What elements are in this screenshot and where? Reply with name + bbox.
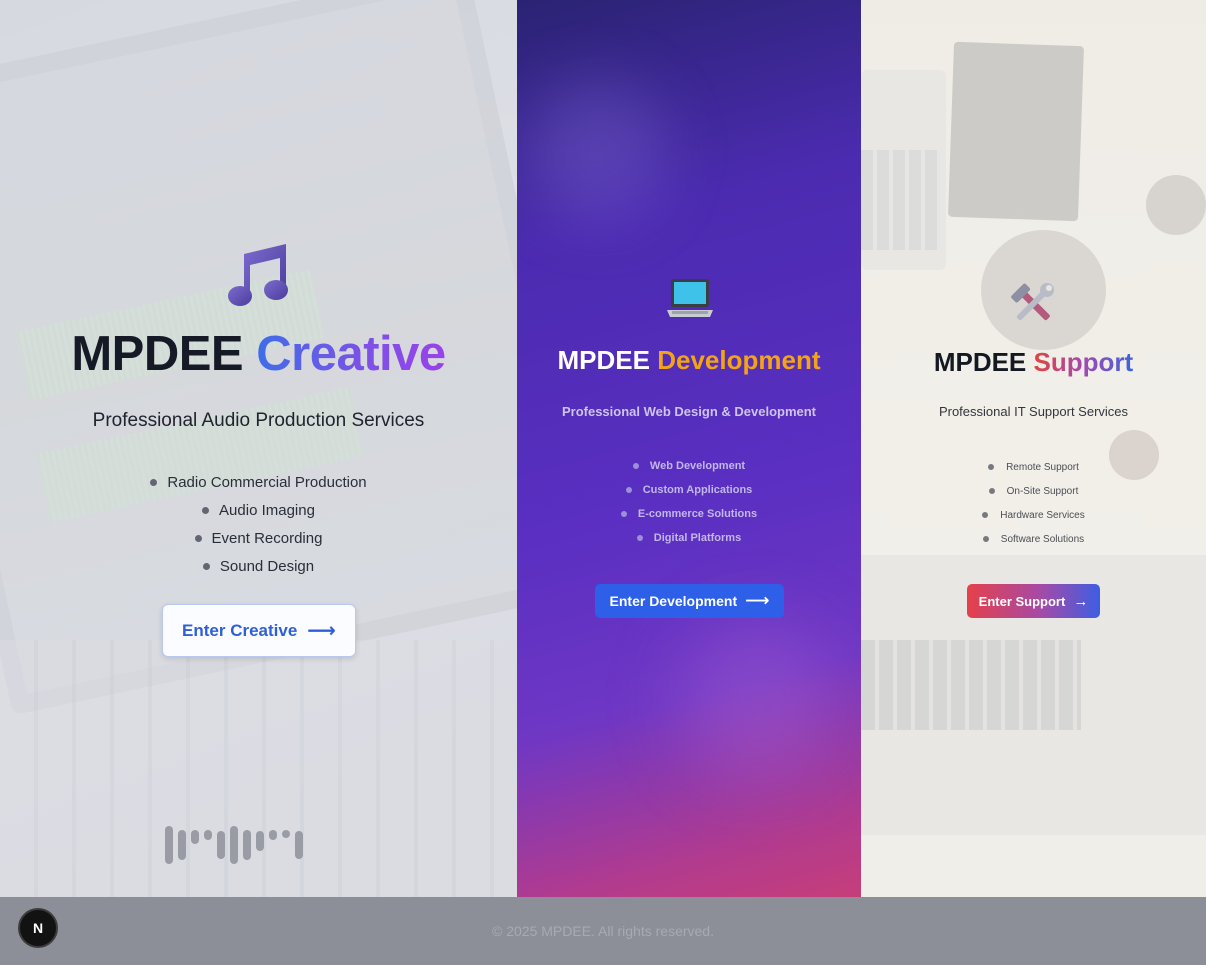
list-item: Digital Platforms [517,526,861,550]
list-item: E-commerce Solutions [517,502,861,526]
creative-subtitle: Professional Audio Production Services [92,410,425,431]
support-service-list: Remote Support On-Site Support Hardware … [861,455,1206,551]
list-item: Software Solutions [861,527,1206,551]
list-item: Custom Applications [517,478,861,502]
list-item: Remote Support [861,455,1206,479]
list-item: Hardware Services [861,503,1206,527]
support-title: MPDEE Support [933,347,1134,377]
list-item: Audio Imaging [0,496,517,524]
arrow-right-icon: → [1073,592,1089,610]
list-item: Radio Commercial Production [0,468,517,496]
panels: MPDEE Creative Professional Audio Produc… [0,0,1206,897]
support-panel[interactable]: MPDEE Support Professional IT Support Se… [861,0,1206,897]
enter-creative-button[interactable]: Enter Creative ⟶ [162,604,356,657]
footer: © 2025 MPDEE. All rights reserved. [0,897,1206,965]
development-subtitle: Professional Web Design & Development [561,404,817,419]
copyright-text: © 2025 MPDEE. All rights reserved. [492,923,714,939]
development-service-list: Web Development Custom Applications E-co… [517,454,861,550]
creative-service-list: Radio Commercial Production Audio Imagin… [0,468,517,580]
support-subtitle: Professional IT Support Services [938,404,1129,419]
arrow-right-icon: ⟶ [307,620,336,642]
hammer-wrench-icon [1011,283,1054,321]
list-item: Event Recording [0,524,517,552]
arrow-right-icon: ⟶ [745,591,770,610]
creative-panel[interactable]: MPDEE Creative Professional Audio Produc… [0,0,517,897]
music-note-icon [228,244,288,306]
list-item: Sound Design [0,552,517,580]
development-title: MPDEE Development [557,345,821,375]
nextjs-dev-badge[interactable]: N [18,908,58,948]
list-item: On-Site Support [861,479,1206,503]
enter-development-button[interactable]: Enter Development ⟶ [595,584,784,618]
list-item: Web Development [517,454,861,478]
creative-title: MPDEE Creative [71,327,446,381]
laptop-icon [667,279,713,317]
development-panel[interactable]: MPDEE Development Professional Web Desig… [517,0,861,897]
enter-support-button[interactable]: Enter Support → [967,584,1100,618]
equalizer-icon [165,824,355,866]
